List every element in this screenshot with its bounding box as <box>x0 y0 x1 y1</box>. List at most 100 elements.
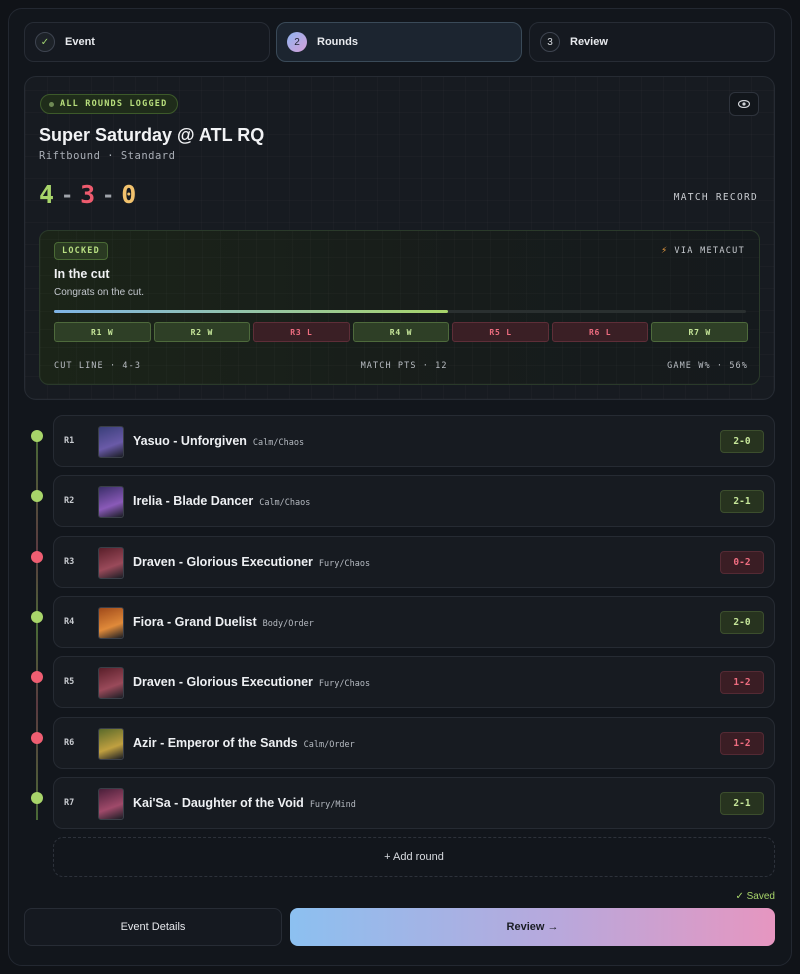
step-label: Event <box>65 36 95 48</box>
cut-title: In the cut <box>54 267 110 281</box>
step-rounds[interactable]: 2 Rounds <box>276 22 522 62</box>
record-separator: - <box>61 182 74 207</box>
opponent-name: Kai'Sa - Daughter of the Void Fury/Mind <box>133 796 356 810</box>
record-separator: - <box>102 182 115 207</box>
opponent-domains: Calm/Chaos <box>252 438 305 448</box>
event-details-button[interactable]: Event Details <box>24 908 282 946</box>
timeline-dot <box>31 490 43 502</box>
opponent-name: Azir - Emperor of the Sands Calm/Order <box>133 736 355 750</box>
round-number: R5 <box>64 677 75 687</box>
record-losses: 3 <box>80 180 96 209</box>
locked-badge: LOCKED <box>54 242 108 260</box>
game-win-stat: GAME W% · 56% <box>667 361 748 371</box>
timeline-dot <box>31 611 43 623</box>
cut-stats: CUT LINE · 4-3 MATCH PTS · 12 GAME W% · … <box>54 361 748 371</box>
opponent-legend: Yasuo - Unforgiven <box>133 434 247 448</box>
step-review[interactable]: 3 Review <box>529 22 775 62</box>
event-subtitle: Riftbound · Standard <box>39 150 176 162</box>
round-number: R2 <box>64 496 75 506</box>
opponent-legend: Draven - Glorious Executioner <box>133 555 313 569</box>
opponent-card-art <box>98 788 124 820</box>
round-chip-2: R2 W <box>153 322 251 342</box>
timeline-dot <box>31 430 43 442</box>
opponent-legend: Azir - Emperor of the Sands <box>133 736 298 750</box>
cut-line-stat: CUT LINE · 4-3 <box>54 361 142 371</box>
record-wins: 4 <box>39 180 55 209</box>
opponent-card-art <box>98 486 124 518</box>
round-score: 2-1 <box>720 792 764 815</box>
opponent-name: Draven - Glorious Executioner Fury/Chaos <box>133 675 370 689</box>
timeline-dot <box>31 671 43 683</box>
match-points-stat: MATCH PTS · 12 <box>360 361 448 371</box>
add-round-button[interactable]: + Add round <box>53 837 775 877</box>
status-dot-icon <box>49 101 54 107</box>
eye-icon <box>738 100 750 108</box>
opponent-name: Yasuo - Unforgiven Calm/Chaos <box>133 434 304 448</box>
opponent-legend: Fiora - Grand Duelist <box>133 615 257 629</box>
timeline-dot <box>31 732 43 744</box>
timeline-dot <box>31 551 43 563</box>
round-chip-5: R5 L <box>452 322 549 342</box>
step-label: Rounds <box>317 36 358 48</box>
opponent-name: Fiora - Grand Duelist Body/Order <box>133 615 314 629</box>
source-label: ⚡ VIA METACUT <box>661 245 745 256</box>
opponent-legend: Draven - Glorious Executioner <box>133 675 313 689</box>
event-summary-card: ALL ROUNDS LOGGED Super Saturday @ ATL R… <box>24 76 775 400</box>
record-draws: 0 <box>121 180 137 209</box>
round-score: 0-2 <box>720 551 764 574</box>
opponent-card-art <box>98 607 124 639</box>
round-number: R7 <box>64 798 75 808</box>
round-number: R6 <box>64 738 75 748</box>
step-number: 2 <box>287 32 307 52</box>
cut-status-panel: LOCKED ⚡ VIA METACUT In the cut Congrats… <box>39 230 760 385</box>
opponent-domains: Fury/Mind <box>309 800 356 810</box>
round-chip-6: R6 L <box>551 322 649 342</box>
round-score: 2-1 <box>720 490 764 513</box>
opponent-name: Irelia - Blade Dancer Calm/Chaos <box>133 494 310 508</box>
round-row[interactable]: R4 Fiora - Grand Duelist Body/Order 2-0 <box>53 596 775 648</box>
round-row[interactable]: R3 Draven - Glorious Executioner Fury/Chao… <box>53 536 775 588</box>
cut-progress-bar <box>54 310 746 313</box>
step-label: Review <box>570 36 608 48</box>
opponent-domains: Fury/Chaos <box>318 679 371 689</box>
round-chip-4: R4 W <box>352 322 450 342</box>
round-row[interactable]: R1 Yasuo - Unforgiven Calm/Chaos 2-0 <box>53 415 775 467</box>
opponent-domains: Calm/Order <box>303 740 355 750</box>
round-chip-1: R1 W <box>54 322 151 342</box>
bolt-icon: ⚡ <box>661 245 669 256</box>
cut-message: Congrats on the cut. <box>54 287 145 298</box>
opponent-domains: Calm/Chaos <box>259 498 311 508</box>
event-title: Super Saturday @ ATL RQ <box>39 125 265 145</box>
source-text: VIA METACUT <box>674 245 745 256</box>
round-score: 2-0 <box>720 611 764 634</box>
round-row[interactable]: R5 Draven - Glorious Executioner Fury/Chao… <box>53 656 775 708</box>
opponent-name: Draven - Glorious Executioner Fury/Chaos <box>133 555 370 569</box>
round-row[interactable]: R6 Azir - Emperor of the Sands Calm/Order 1… <box>53 717 775 769</box>
status-text: ALL ROUNDS LOGGED <box>60 99 168 109</box>
check-icon: ✓ <box>35 32 55 52</box>
opponent-card-art <box>98 547 124 579</box>
opponent-card-art <box>98 728 124 760</box>
round-number: R4 <box>64 617 75 627</box>
status-badge: ALL ROUNDS LOGGED <box>40 94 179 114</box>
match-record: 4 - 3 - 0 <box>39 180 136 209</box>
cut-progress-fill <box>54 310 449 313</box>
review-button[interactable]: Review → <box>290 908 775 946</box>
round-row[interactable]: R2 Irelia - Blade Dancer Calm/Chaos 2-1 <box>53 475 775 527</box>
round-row[interactable]: R7 Kai'Sa - Daughter of the Void Fury/Mind… <box>53 777 775 829</box>
round-number: R3 <box>64 557 75 567</box>
round-chip-3: R3 L <box>253 322 350 342</box>
round-chip-7: R7 W <box>651 322 749 342</box>
opponent-legend: Kai'Sa - Daughter of the Void <box>133 796 304 810</box>
round-result-chips: R1 W R2 W R3 L R4 W R5 L R6 L R7 W <box>54 322 749 342</box>
saved-indicator: ✓ Saved <box>735 891 775 902</box>
opponent-legend: Irelia - Blade Dancer <box>133 494 254 508</box>
opponent-card-art <box>98 426 124 458</box>
visibility-toggle-button[interactable] <box>729 92 759 116</box>
round-score: 2-0 <box>720 430 764 453</box>
round-number: R1 <box>64 436 75 446</box>
match-record-label: MATCH RECORD <box>673 192 758 203</box>
opponent-card-art <box>98 667 124 699</box>
step-event[interactable]: ✓ Event <box>24 22 270 62</box>
timeline-dot <box>31 792 43 804</box>
